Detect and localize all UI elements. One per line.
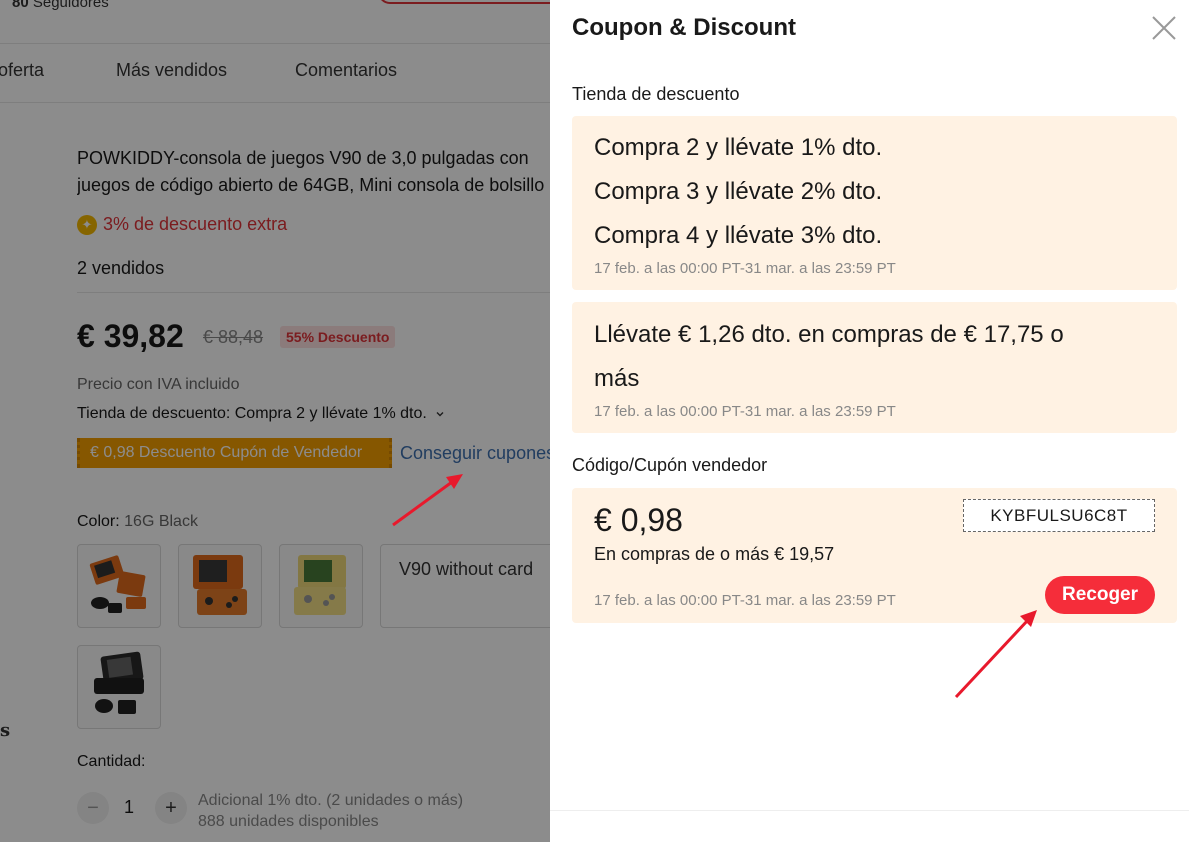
drawer-title: Coupon & Discount [572,14,796,41]
divider [550,810,1189,811]
validity-period: 17 feb. a las 00:00 PT-31 mar. a las 23:… [594,403,896,420]
threshold-discount-line: más [594,365,640,392]
threshold-discount-line: Llévate € 1,26 dto. en compras de € 17,7… [594,321,1064,348]
coupon-min-purchase: En compras de o más € 19,57 [594,544,835,564]
store-discount-heading: Tienda de descuento [572,84,740,104]
threshold-discount-card: Llévate € 1,26 dto. en compras de € 17,7… [572,302,1177,433]
tier-discount-line: Compra 3 y llévate 2% dto. [594,178,883,205]
coupon-amount: € 0,98 [594,502,683,538]
coupon-discount-drawer: Coupon & Discount Tienda de descuento Co… [550,0,1189,842]
tier-discount-line: Compra 4 y llévate 3% dto. [594,222,883,249]
seller-coupon-card: € 0,98 En compras de o más € 19,57 KYBFU… [572,488,1177,623]
close-button[interactable] [1150,14,1178,42]
tier-discount-line: Compra 2 y llévate 1% dto. [594,134,883,161]
validity-period: 17 feb. a las 00:00 PT-31 mar. a las 23:… [594,592,896,609]
validity-period: 17 feb. a las 00:00 PT-31 mar. a las 23:… [594,260,896,277]
tier-discount-card: Compra 2 y llévate 1% dto. Compra 3 y ll… [572,116,1177,290]
close-icon [1152,16,1176,40]
seller-coupon-heading: Código/Cupón vendedor [572,455,768,475]
collect-coupon-button[interactable]: Recoger [1045,576,1155,614]
coupon-code[interactable]: KYBFULSU6C8T [963,499,1155,532]
